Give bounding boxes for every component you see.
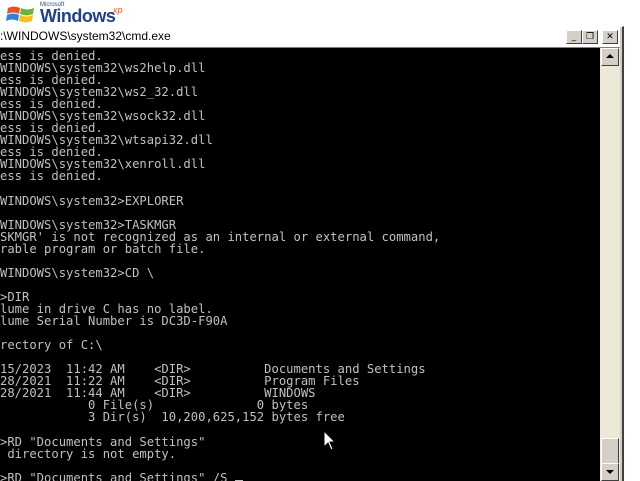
scrollbar-thumb[interactable]: [601, 438, 619, 464]
console-line: WINDOWS\system32>EXPLORER: [0, 193, 184, 208]
restore-button[interactable]: ❐: [582, 30, 598, 44]
console-line: rectory of C:\: [0, 338, 103, 353]
windows-wordmark: Windows: [40, 6, 116, 26]
minimize-button[interactable]: _: [566, 30, 582, 44]
title-bar[interactable]: :\WINDOWS\system32\cmd.exe _ ❐ ✕: [0, 27, 620, 48]
close-button[interactable]: ✕: [602, 30, 618, 44]
console-text: ess is denied. WINDOWS\system32\ws2help.…: [0, 48, 600, 481]
console-line: directory is not empty.: [0, 446, 177, 461]
arrow-down-icon: [606, 470, 614, 474]
console-line: ess is denied.: [0, 169, 103, 184]
cmd-window[interactable]: :\WINDOWS\system32\cmd.exe _ ❐ ✕ ess is …: [0, 26, 624, 481]
console-line: rable program or batch file.: [0, 241, 206, 256]
scroll-up-button[interactable]: [601, 48, 619, 66]
console-line: WINDOWS\system32>CD \: [0, 265, 155, 280]
console-output[interactable]: ess is denied. WINDOWS\system32\ws2help.…: [0, 48, 600, 481]
desktop-background: Microsoft Windows xp: [0, 0, 640, 26]
arrow-up-icon: [606, 54, 614, 58]
vertical-scrollbar[interactable]: [600, 48, 620, 481]
window-title: :\WINDOWS\system32\cmd.exe: [0, 29, 171, 43]
mouse-pointer-icon: [323, 430, 337, 451]
windows-xp-logo: Microsoft Windows xp: [0, 2, 140, 26]
scroll-down-button[interactable]: [601, 463, 619, 481]
console-line: 3 Dir(s) 10,200,625,152 bytes free: [0, 410, 345, 425]
console-line: lume Serial Number is DC3D-F90A: [0, 314, 228, 329]
xp-wordmark: xp: [113, 5, 123, 15]
windows-flag-icon: [6, 6, 34, 23]
console-line: >RD "Documents and Settings" /S: [0, 470, 235, 481]
